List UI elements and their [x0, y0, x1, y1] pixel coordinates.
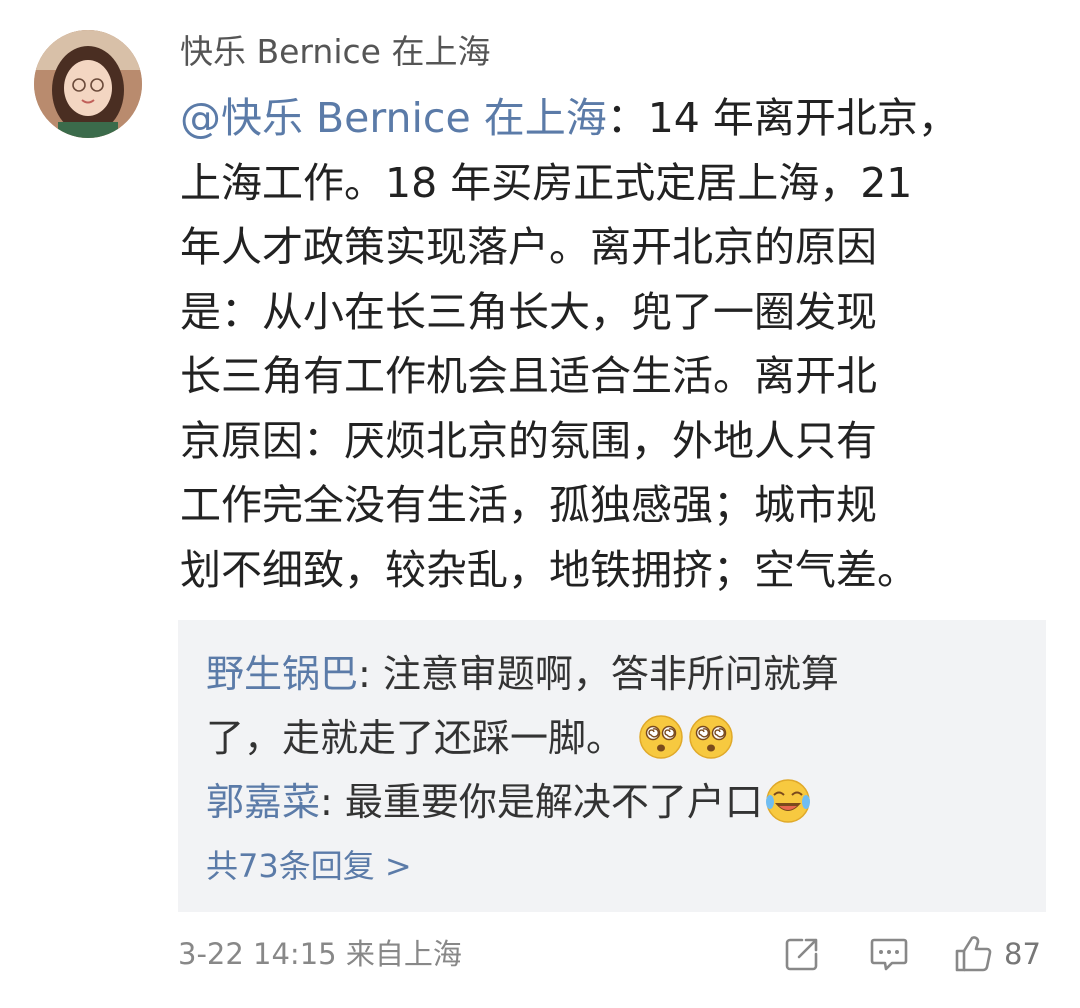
comment-text-line: 工作完全没有生活，孤独感强；城市规 [180, 481, 877, 529]
comment-text-line: 长三角有工作机会且适合生活。离开北 [180, 352, 877, 400]
reply-username[interactable]: 野生锅巴 [206, 652, 358, 696]
comment-body-line-1: @快乐 Bernice 在上海：14 年离开北京， [180, 86, 1040, 151]
dizzy-face-emoji [688, 714, 734, 760]
comment-text-line: 京原因：厌烦北京的氛围，外地人只有 [180, 416, 877, 465]
avatar[interactable] [34, 30, 142, 138]
reply-item[interactable]: 野生锅巴: 注意审题啊，答非所问就算 [206, 642, 839, 706]
reply-username[interactable]: 郭嘉菜 [206, 780, 320, 824]
comment-text-line: 是：从小在长三角长大，兜了一圈发现 [180, 287, 877, 336]
reply-text: : 注意审题啊，答非所问就算 [358, 652, 839, 696]
reply-item[interactable]: 郭嘉菜: 最重要你是解决不了户口 [206, 770, 813, 834]
dizzy-face-emoji [638, 714, 684, 760]
comment-timestamp: 3-22 14:15 [178, 937, 337, 971]
reply-button[interactable] [868, 930, 910, 978]
like-count: 87 [1004, 937, 1041, 971]
reply-item-continued[interactable]: 了，走就走了还踩一脚。 [206, 706, 736, 770]
mention-link[interactable]: @快乐 Bernice 在上海 [180, 94, 607, 142]
crying-laughing-emoji [765, 778, 811, 824]
reply-text: 了，走就走了还踩一脚。 [206, 716, 625, 760]
share-icon [782, 934, 822, 974]
reply-text: : 最重要你是解决不了户口 [320, 780, 763, 824]
replies-panel[interactable]: 野生锅巴: 注意审题啊，答非所问就算 了，走就走了还踩一脚。 郭嘉菜: 最重要你… [178, 620, 1046, 912]
thumbs-up-icon [952, 933, 994, 975]
comment-text-line: 上海工作。18 年买房正式定居上海，21 [180, 158, 913, 207]
comment-icon [868, 934, 910, 974]
comment-text-line: 年人才政策实现落户。离开北京的原因 [180, 223, 877, 271]
view-more-replies-link[interactable]: 共73条回复 > [206, 842, 412, 890]
comment-author-name[interactable]: 快乐 Bernice 在上海 [180, 28, 490, 76]
like-button[interactable]: 87 [952, 930, 1041, 978]
comment-text-line: 划不细致，较杂乱，地铁拥挤；空气差。 [180, 545, 918, 594]
comment-meta: 3-22 14:15 来自上海 [178, 930, 462, 978]
comment-location: 来自上海 [345, 937, 462, 971]
comment-text-line: ：14 年离开北京， [606, 94, 959, 142]
comment-body: @快乐 Bernice 在上海：14 年离开北京， 上海工作。18 年买房正式定… [180, 86, 1040, 602]
share-button[interactable] [782, 930, 822, 978]
